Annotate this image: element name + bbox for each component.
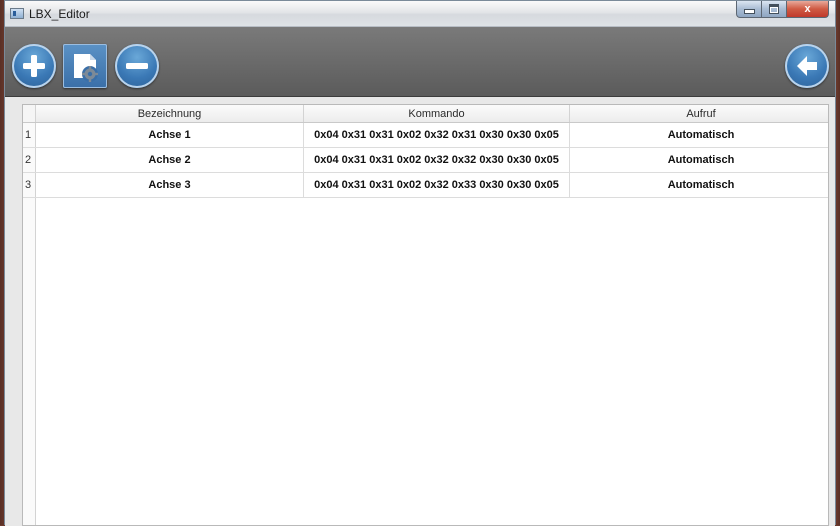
cell-aufruf[interactable]: Automatisch	[570, 123, 828, 147]
close-icon: x	[804, 3, 811, 15]
cell-kommando[interactable]: 0x04 0x31 0x31 0x02 0x32 0x33 0x30 0x30 …	[304, 173, 570, 197]
toolbar	[5, 27, 835, 97]
row-number: 1	[23, 123, 36, 147]
remove-button[interactable]	[115, 44, 159, 88]
plus-circle-icon	[23, 55, 45, 77]
title-bar[interactable]: LBX_Editor x	[5, 1, 835, 27]
minimize-button[interactable]	[736, 1, 762, 18]
row-header-corner	[23, 105, 36, 122]
add-button[interactable]	[12, 44, 56, 88]
arrow-left-circle-icon	[797, 56, 817, 76]
minimize-icon	[743, 9, 755, 14]
window-controls: x	[736, 1, 829, 19]
maximize-button[interactable]	[762, 1, 787, 18]
cell-kommando[interactable]: 0x04 0x31 0x31 0x02 0x32 0x31 0x30 0x30 …	[304, 123, 570, 147]
close-button[interactable]: x	[787, 1, 829, 18]
window-title: LBX_Editor	[29, 7, 90, 21]
main-content: Bezeichnung Kommando Aufruf 1 Achse 1 0x…	[5, 97, 835, 526]
column-header-aufruf[interactable]: Aufruf	[570, 105, 828, 122]
row-number: 3	[23, 173, 36, 197]
data-grid[interactable]: Bezeichnung Kommando Aufruf 1 Achse 1 0x…	[22, 104, 829, 526]
cell-bezeichnung[interactable]: Achse 3	[36, 173, 304, 197]
app-window: LBX_Editor x Bezeichnung Kommando Aufruf…	[4, 0, 836, 526]
cell-bezeichnung[interactable]: Achse 2	[36, 148, 304, 172]
minus-circle-icon	[126, 63, 148, 69]
grid-header: Bezeichnung Kommando Aufruf	[23, 105, 828, 123]
back-button[interactable]	[785, 44, 829, 88]
cell-aufruf[interactable]: Automatisch	[570, 148, 828, 172]
cell-bezeichnung[interactable]: Achse 1	[36, 123, 304, 147]
app-icon	[10, 8, 24, 19]
cell-kommando[interactable]: 0x04 0x31 0x31 0x02 0x32 0x32 0x30 0x30 …	[304, 148, 570, 172]
row-number: 2	[23, 148, 36, 172]
table-row[interactable]: 2 Achse 2 0x04 0x31 0x31 0x02 0x32 0x32 …	[23, 148, 828, 173]
table-row[interactable]: 1 Achse 1 0x04 0x31 0x31 0x02 0x32 0x31 …	[23, 123, 828, 148]
cell-aufruf[interactable]: Automatisch	[570, 173, 828, 197]
edit-settings-button[interactable]	[63, 44, 107, 88]
row-header-column	[23, 198, 36, 525]
document-gear-icon	[74, 54, 98, 82]
maximize-icon	[769, 4, 779, 14]
column-header-bezeichnung[interactable]: Bezeichnung	[36, 105, 304, 122]
table-row[interactable]: 3 Achse 3 0x04 0x31 0x31 0x02 0x32 0x33 …	[23, 173, 828, 198]
column-header-kommando[interactable]: Kommando	[304, 105, 570, 122]
